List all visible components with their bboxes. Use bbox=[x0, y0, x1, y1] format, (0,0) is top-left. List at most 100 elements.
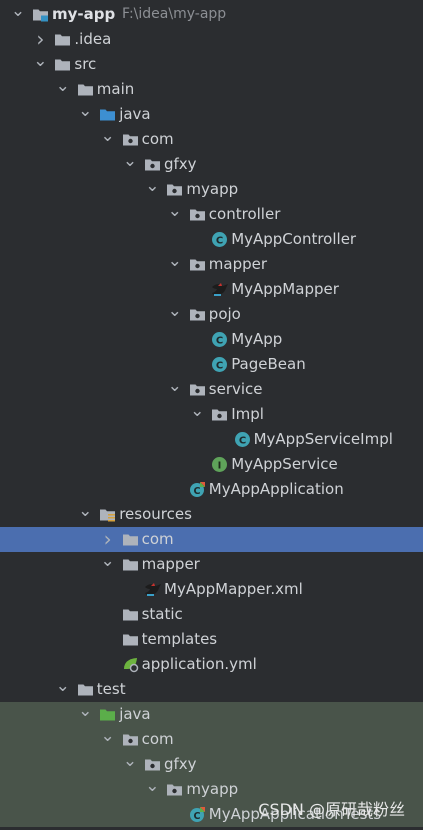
tree-row-myappcontroller[interactable]: C MyAppController bbox=[0, 227, 423, 252]
tree-row-myappserviceimpl[interactable]: C MyAppServiceImpl bbox=[0, 427, 423, 452]
chevron-down-icon[interactable]: ⌄ bbox=[100, 127, 116, 152]
package-icon bbox=[166, 181, 183, 198]
chevron-right-icon[interactable]: › bbox=[100, 527, 116, 552]
tree-item-label: MyAppApplication bbox=[208, 480, 344, 498]
folder-icon bbox=[54, 56, 71, 73]
package-icon bbox=[144, 156, 161, 173]
tree-row-main[interactable]: ⌄ main bbox=[0, 77, 423, 102]
chevron-down-icon[interactable]: ⌄ bbox=[55, 77, 71, 102]
chevron-down-icon[interactable]: ⌄ bbox=[100, 552, 116, 577]
tree-item-label: java bbox=[119, 105, 151, 123]
tree-item-label: .idea bbox=[74, 30, 112, 48]
chevron-down-icon[interactable]: ⌄ bbox=[167, 377, 183, 402]
tree-row-resources[interactable]: ⌄ resources bbox=[0, 502, 423, 527]
tree-item-label: java bbox=[119, 705, 151, 723]
chevron-down-icon[interactable]: ⌄ bbox=[144, 777, 160, 802]
spring-boot-class-icon: C bbox=[189, 481, 206, 498]
tree-item-label: application.yml bbox=[141, 655, 257, 673]
chevron-down-icon[interactable]: ⌄ bbox=[32, 52, 48, 77]
chevron-down-icon[interactable]: ⌄ bbox=[55, 677, 71, 702]
tree-item-label: MyApp bbox=[231, 330, 283, 348]
tree-item-label: controller bbox=[208, 205, 281, 223]
tree-row--idea[interactable]: › .idea bbox=[0, 27, 423, 52]
chevron-down-icon[interactable]: ⌄ bbox=[77, 702, 93, 727]
tree-row-src[interactable]: ⌄ src bbox=[0, 52, 423, 77]
tree-item-label: com bbox=[141, 730, 174, 748]
folder-icon bbox=[122, 631, 139, 648]
tree-row-pojo[interactable]: ⌄ pojo bbox=[0, 302, 423, 327]
chevron-down-icon[interactable]: ⌄ bbox=[144, 177, 160, 202]
package-icon bbox=[189, 381, 206, 398]
tree-row-mapper[interactable]: ⌄ mapper bbox=[0, 252, 423, 277]
tree-row-myappmapper[interactable]: MyAppMapper bbox=[0, 277, 423, 302]
tree-row-com[interactable]: › com bbox=[0, 527, 423, 552]
folder-icon bbox=[54, 31, 71, 48]
tree-item-label: main bbox=[96, 80, 135, 98]
svg-text:I: I bbox=[218, 460, 222, 471]
chevron-down-icon[interactable]: ⌄ bbox=[167, 302, 183, 327]
tree-row-myappmapper-xml[interactable]: MyAppMapper.xml bbox=[0, 577, 423, 602]
tree-row-java[interactable]: ⌄ java bbox=[0, 102, 423, 127]
package-icon bbox=[211, 406, 228, 423]
tree-row-static[interactable]: static bbox=[0, 602, 423, 627]
package-icon bbox=[122, 731, 139, 748]
chevron-down-icon[interactable]: ⌄ bbox=[167, 202, 183, 227]
chevron-right-icon[interactable]: › bbox=[32, 27, 48, 52]
package-icon bbox=[189, 206, 206, 223]
tree-row-myappservice[interactable]: I MyAppService bbox=[0, 452, 423, 477]
project-tree[interactable]: ⌄ my-app F:\idea\my-app › .idea ⌄ src ⌄ main… bbox=[0, 0, 423, 830]
tree-item-label: MyAppMapper bbox=[231, 280, 339, 298]
tree-item-label: PageBean bbox=[231, 355, 306, 373]
tree-item-label: gfxy bbox=[164, 155, 197, 173]
class-icon: C bbox=[211, 356, 228, 373]
tree-row-java[interactable]: ⌄ java bbox=[0, 702, 423, 727]
chevron-down-icon[interactable]: ⌄ bbox=[100, 727, 116, 752]
tree-item-label: MyAppMapper.xml bbox=[164, 580, 303, 598]
spring-leaf-icon bbox=[122, 656, 139, 673]
tree-row-service[interactable]: ⌄ service bbox=[0, 377, 423, 402]
tree-item-label: Impl bbox=[231, 405, 264, 423]
folder-icon bbox=[122, 556, 139, 573]
tree-row-myapp[interactable]: ⌄ myapp bbox=[0, 177, 423, 202]
tree-row-my-app[interactable]: ⌄ my-app F:\idea\my-app bbox=[0, 2, 423, 27]
tree-row-gfxy[interactable]: ⌄ gfxy bbox=[0, 152, 423, 177]
folder-icon bbox=[122, 531, 139, 548]
tree-item-label: my-app bbox=[52, 5, 116, 23]
tree-row-application-yml[interactable]: application.yml bbox=[0, 652, 423, 677]
package-icon bbox=[144, 756, 161, 773]
tree-row-templates[interactable]: templates bbox=[0, 627, 423, 652]
class-icon: C bbox=[234, 431, 251, 448]
tree-row-gfxy[interactable]: ⌄ gfxy bbox=[0, 752, 423, 777]
chevron-down-icon[interactable]: ⌄ bbox=[10, 2, 26, 27]
test-root-folder-icon bbox=[99, 706, 116, 723]
chevron-down-icon[interactable]: ⌄ bbox=[77, 502, 93, 527]
tree-item-label: static bbox=[141, 605, 183, 623]
chevron-down-icon[interactable]: ⌄ bbox=[122, 152, 138, 177]
tree-item-label: com bbox=[141, 130, 174, 148]
chevron-down-icon[interactable]: ⌄ bbox=[77, 102, 93, 127]
svg-text:C: C bbox=[216, 335, 223, 346]
tree-row-com[interactable]: ⌄ com bbox=[0, 727, 423, 752]
folder-icon bbox=[77, 81, 94, 98]
tree-row-com[interactable]: ⌄ com bbox=[0, 127, 423, 152]
tree-row-test[interactable]: ⌄ test bbox=[0, 677, 423, 702]
watermark: CSDN @原研哉粉丝 bbox=[258, 800, 405, 819]
project-path: F:\idea\my-app bbox=[122, 6, 227, 22]
tree-row-controller[interactable]: ⌄ controller bbox=[0, 202, 423, 227]
chevron-down-icon[interactable]: ⌄ bbox=[122, 752, 138, 777]
tree-row-myapp[interactable]: C MyApp bbox=[0, 327, 423, 352]
tree-row-pagebean[interactable]: C PageBean bbox=[0, 352, 423, 377]
chevron-down-icon[interactable]: ⌄ bbox=[167, 252, 183, 277]
package-icon bbox=[189, 256, 206, 273]
tree-row-impl[interactable]: ⌄ Impl bbox=[0, 402, 423, 427]
chevron-down-icon[interactable]: ⌄ bbox=[189, 402, 205, 427]
tree-row-mapper[interactable]: ⌄ mapper bbox=[0, 552, 423, 577]
svg-text:C: C bbox=[216, 235, 223, 246]
tree-item-label: service bbox=[208, 380, 263, 398]
folder-icon bbox=[122, 606, 139, 623]
tree-row-myappapplication[interactable]: C MyAppApplication bbox=[0, 477, 423, 502]
mybatis-bird-icon bbox=[211, 281, 229, 298]
tree-item-label: gfxy bbox=[164, 755, 197, 773]
tree-item-label: test bbox=[96, 680, 126, 698]
svg-text:C: C bbox=[193, 486, 200, 497]
